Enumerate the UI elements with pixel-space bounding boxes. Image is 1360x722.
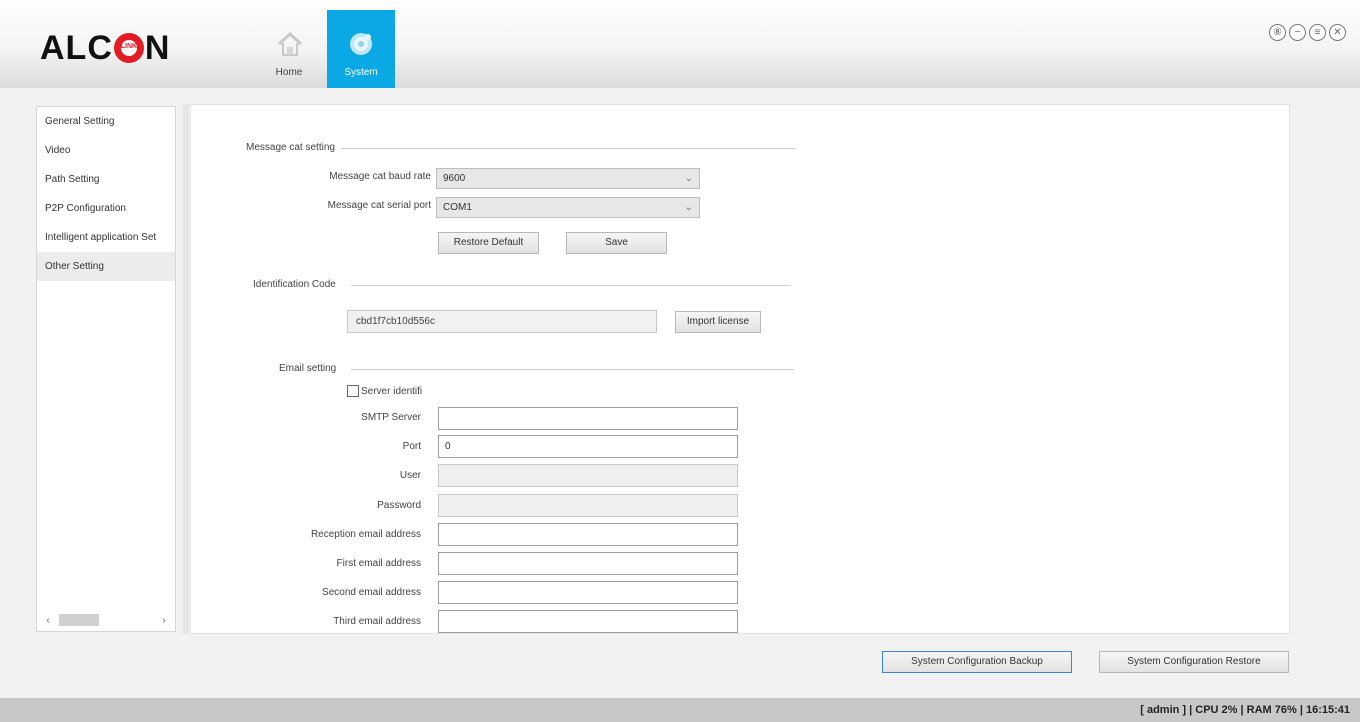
baud-rate-select[interactable]: 9600 ⌄ — [436, 168, 700, 189]
lock-icon[interactable]: ⑧ — [1269, 24, 1286, 41]
smtp-server-input[interactable] — [438, 407, 738, 430]
nav-system[interactable]: System — [327, 10, 395, 88]
identification-code-field: cbd1f7cb10d556c — [347, 310, 657, 333]
chevron-down-icon: ⌄ — [684, 202, 693, 213]
top-nav: Home System — [255, 10, 399, 88]
serial-port-select[interactable]: COM1 ⌄ — [436, 197, 700, 218]
identification-title: Identification Code — [253, 279, 336, 290]
password-label: Password — [377, 500, 421, 511]
sidebar-item-other[interactable]: Other Setting — [37, 252, 175, 281]
config-backup-button[interactable]: System Configuration Backup — [882, 651, 1072, 673]
nav-system-label: System — [344, 67, 378, 78]
port-label: Port — [402, 441, 421, 452]
second-email-input[interactable] — [438, 581, 738, 604]
user-label: User — [399, 470, 421, 481]
logo-text-right: N — [144, 28, 171, 67]
identification-divider — [351, 285, 791, 286]
third-email-input[interactable] — [438, 610, 738, 633]
serial-port-label: Message cat serial port — [327, 200, 431, 211]
third-email-label: Third email address — [333, 616, 421, 627]
alcon-logo: ALC LINK N — [40, 28, 170, 68]
sidebar-h-scrollbar[interactable]: ‹ › — [41, 613, 171, 627]
message-cat-title: Message cat setting — [246, 142, 335, 153]
baud-rate-value: 9600 — [443, 173, 466, 184]
sidebar-item-general[interactable]: General Setting — [37, 107, 175, 136]
close-icon[interactable]: ✕ — [1329, 24, 1346, 41]
password-input[interactable] — [438, 494, 738, 517]
serial-port-value: COM1 — [443, 202, 472, 213]
sidebar-item-p2p[interactable]: P2P Configuration — [37, 194, 175, 223]
sidebar-item-path[interactable]: Path Setting — [37, 165, 175, 194]
panel-divider[interactable] — [183, 104, 189, 634]
server-identification-checkbox[interactable] — [347, 385, 359, 397]
status-bar: [ admin ] | CPU 2% | RAM 76% | 16:15:41 — [0, 698, 1360, 722]
settings-sidebar: General Setting Video Path Setting P2P C… — [36, 106, 176, 632]
sidebar-item-intelligent[interactable]: Intelligent application Set — [37, 223, 175, 252]
user-input[interactable] — [438, 464, 738, 487]
nav-home[interactable]: Home — [255, 10, 323, 88]
second-email-label: Second email address — [322, 587, 421, 598]
save-button[interactable]: Save — [566, 232, 667, 254]
scroll-right-icon[interactable]: › — [157, 615, 171, 626]
smtp-label: SMTP Server — [361, 412, 421, 423]
logo-ring-icon: LINK — [113, 33, 144, 63]
chevron-down-icon: ⌄ — [684, 173, 693, 184]
minimize-icon[interactable]: − — [1289, 24, 1306, 41]
restore-icon[interactable]: ≡ — [1309, 24, 1326, 41]
port-input[interactable]: 0 — [438, 435, 738, 458]
status-text: [ admin ] | CPU 2% | RAM 76% | 16:15:41 — [1140, 704, 1350, 716]
logo-ring-text: LINK — [120, 43, 138, 50]
app-header: ALC LINK N Home System ⑧ − ≡ ✕ — [0, 0, 1360, 88]
nav-home-label: Home — [275, 67, 303, 78]
scroll-left-icon[interactable]: ‹ — [41, 615, 55, 626]
first-email-label: First email address — [336, 558, 421, 569]
baud-rate-label: Message cat baud rate — [329, 171, 431, 182]
scroll-thumb[interactable] — [59, 614, 99, 626]
logo-text-left: ALC — [40, 28, 113, 67]
config-restore-button[interactable]: System Configuration Restore — [1099, 651, 1289, 673]
email-divider — [351, 369, 794, 370]
import-license-button[interactable]: Import license — [675, 311, 761, 333]
email-title: Email setting — [279, 363, 337, 374]
restore-default-button[interactable]: Restore Default — [438, 232, 539, 254]
home-icon — [276, 31, 303, 57]
message-cat-divider — [341, 148, 796, 149]
reception-email-label: Reception email address — [310, 529, 421, 540]
first-email-input[interactable] — [438, 552, 738, 575]
sidebar-item-video[interactable]: Video — [37, 136, 175, 165]
other-setting-panel: Message cat setting Message cat baud rat… — [190, 104, 1290, 634]
gear-icon — [348, 31, 374, 57]
reception-email-input[interactable] — [438, 523, 738, 546]
window-controls: ⑧ − ≡ ✕ — [1269, 24, 1346, 41]
server-identification-label: Server identifi — [361, 386, 423, 397]
